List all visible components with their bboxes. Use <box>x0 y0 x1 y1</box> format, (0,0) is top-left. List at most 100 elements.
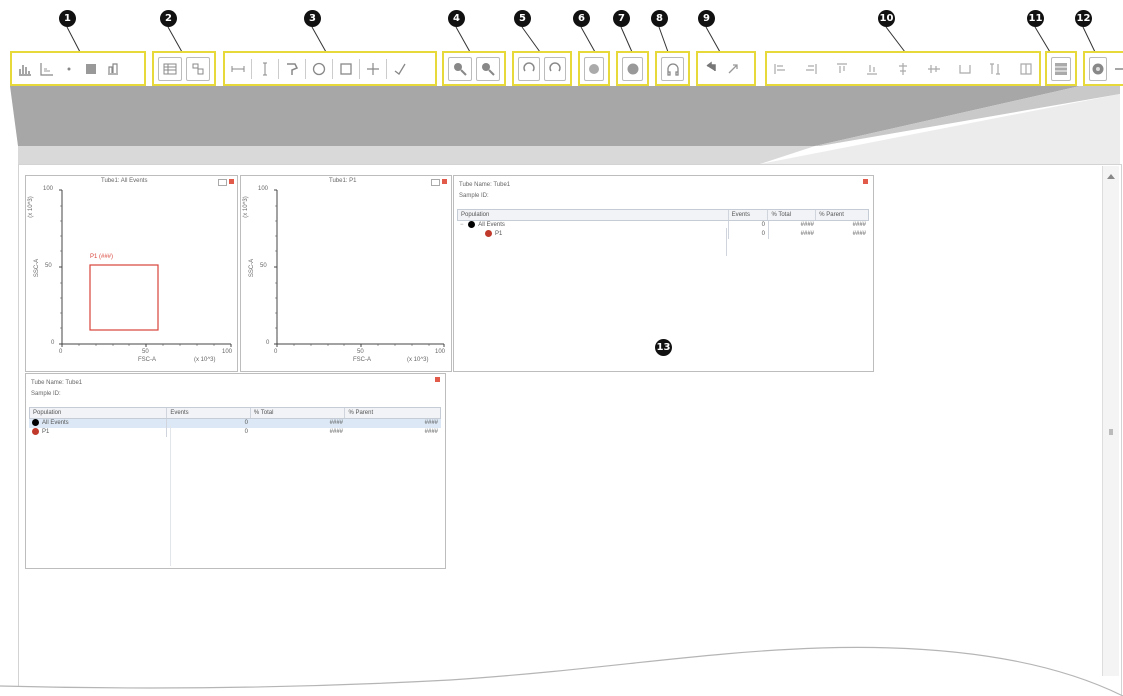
parent-value: #### <box>852 231 866 237</box>
toolbar-group-align <box>765 51 1041 86</box>
events-value: 0 <box>729 230 769 239</box>
plot-p1[interactable]: Tube1: P1 100 50 0 (x 10^3) SSC-A 0 50 1… <box>240 175 452 372</box>
table-column-divider <box>726 228 727 256</box>
x-tick-50: 50 <box>357 349 364 355</box>
toolbar-group-plots <box>10 51 146 86</box>
x-axis-unit: (x 10^3) <box>194 357 216 363</box>
x-axis-label: FSC-A <box>353 357 371 363</box>
align-bottom-icon[interactable] <box>863 60 881 78</box>
color-icon[interactable] <box>1089 56 1107 81</box>
table-row[interactable]: All Events 0 #### #### <box>29 419 441 428</box>
bivariate-plot-icon[interactable] <box>38 60 56 78</box>
redo-icon[interactable] <box>544 56 566 81</box>
bisector-gate-icon[interactable] <box>256 60 274 78</box>
toolbar-group-color <box>1083 51 1123 86</box>
more-icon[interactable] <box>1111 60 1123 78</box>
interval-gate-icon[interactable] <box>229 60 247 78</box>
align-left-icon[interactable] <box>771 60 789 78</box>
same-size-icon[interactable] <box>1017 60 1035 78</box>
x-axis-label: FSC-A <box>138 357 156 363</box>
histogram-icon[interactable] <box>16 60 34 78</box>
x-tick-50: 50 <box>142 349 149 355</box>
x-axis-unit: (x 10^3) <box>407 357 429 363</box>
column-header[interactable]: % Parent <box>345 408 440 418</box>
statistics-view-icon[interactable] <box>158 56 182 81</box>
table-row[interactable]: P1 0 #### #### <box>457 230 869 239</box>
column-header[interactable]: % Total <box>768 210 817 220</box>
snap-to-gate-icon[interactable] <box>391 60 409 78</box>
column-header[interactable]: Population <box>458 210 729 220</box>
align-middle-icon[interactable] <box>925 60 943 78</box>
zoom-funnel <box>10 86 1120 164</box>
polygon-gate-icon[interactable] <box>283 60 301 78</box>
close-icon[interactable] <box>435 377 440 382</box>
separator <box>359 58 360 79</box>
zoom-in-icon[interactable] <box>448 56 472 81</box>
table-row[interactable]: − All Events 0 #### #### <box>457 221 869 230</box>
events-value: 0 <box>244 420 248 426</box>
rectangle-gate-icon[interactable] <box>337 60 355 78</box>
zoom-out-icon[interactable] <box>476 56 500 81</box>
y-tick-0: 0 <box>51 340 55 346</box>
toolbar-group-navigation <box>696 51 756 86</box>
y-axis-label: SSC-A <box>249 258 256 278</box>
y-axis-label: SSC-A <box>34 258 41 278</box>
population-color-icon <box>32 419 39 426</box>
sample-id: Sample ID: <box>459 193 489 199</box>
align-top-icon[interactable] <box>833 60 851 78</box>
y-tick-100: 100 <box>43 186 54 192</box>
y-tick-50: 50 <box>260 263 267 269</box>
undo-icon[interactable] <box>518 56 540 81</box>
back-icon[interactable] <box>702 60 720 78</box>
x-tick-0: 0 <box>59 349 63 355</box>
column-header[interactable]: Events <box>729 210 769 220</box>
dot-plot-icon[interactable] <box>60 60 78 78</box>
print-icon[interactable] <box>584 56 604 81</box>
headphones-icon[interactable] <box>661 56 684 81</box>
separator <box>305 58 306 79</box>
population-hierarchy-icon[interactable] <box>104 60 122 78</box>
plot-axes <box>59 189 232 347</box>
close-icon[interactable] <box>863 179 868 184</box>
population-color-icon <box>468 221 476 228</box>
same-height-icon[interactable] <box>986 60 1004 78</box>
vertical-scrollbar[interactable] <box>1102 166 1119 676</box>
align-center-icon[interactable] <box>894 60 912 78</box>
same-width-icon[interactable] <box>956 60 974 78</box>
grid-view-icon[interactable] <box>1051 56 1071 81</box>
plot-all-events[interactable]: Tube1: All Events P1 (###) 100 50 0 (x 1… <box>25 175 238 372</box>
align-right-icon[interactable] <box>802 60 820 78</box>
scroll-up-arrow-icon[interactable] <box>1107 174 1115 179</box>
population-name: All Events <box>42 420 69 427</box>
layout-icon[interactable] <box>186 56 210 81</box>
ellipse-gate-icon[interactable] <box>310 60 328 78</box>
population-table: Population Events % Total % Parent − All… <box>457 209 869 239</box>
y-axis-unit: (x 10^3) <box>242 196 249 218</box>
gate-p1 <box>89 264 159 331</box>
toolbar-group-views <box>152 51 216 86</box>
y-axis-unit: (x 10^3) <box>27 196 34 218</box>
scroll-thumb[interactable] <box>1109 429 1113 435</box>
y-tick-50: 50 <box>45 263 52 269</box>
x-tick-100: 100 <box>222 349 233 355</box>
quad-gate-icon[interactable] <box>364 60 382 78</box>
tube-name: Tube Name: Tube1 <box>459 182 511 188</box>
y-tick-0: 0 <box>266 340 270 346</box>
table-row[interactable]: P1 0 #### #### <box>29 428 441 437</box>
record-icon[interactable] <box>622 56 643 81</box>
gate-label: P1 (###) <box>90 254 114 260</box>
total-value: #### <box>800 222 814 228</box>
column-header[interactable]: % Total <box>251 408 346 418</box>
statistics-view-bottom[interactable]: Tube Name: Tube1 Sample ID: Population E… <box>25 373 446 569</box>
parent-value: #### <box>424 429 438 435</box>
population-color-icon <box>485 230 492 237</box>
column-header[interactable]: Events <box>167 408 251 418</box>
column-header[interactable]: Population <box>30 408 168 418</box>
toolbar-group-undo <box>512 51 572 86</box>
density-plot-icon[interactable] <box>82 60 100 78</box>
population-name: P1 <box>495 231 503 238</box>
column-header[interactable]: % Parent <box>816 210 868 220</box>
toolbar-group-grid <box>1045 51 1077 86</box>
forward-icon[interactable] <box>724 60 742 78</box>
collapse-icon[interactable]: − <box>460 222 464 228</box>
